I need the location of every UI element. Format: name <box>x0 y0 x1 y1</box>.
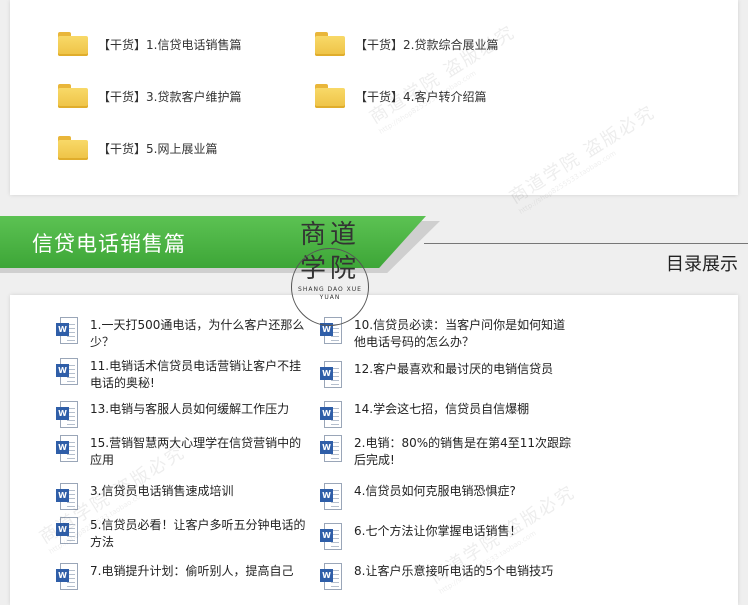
folder-item[interactable]: 【干货】3.贷款客户维护篇 <box>58 84 241 108</box>
header-divider <box>424 243 748 244</box>
folder-icon <box>315 84 345 108</box>
shangdao-seal-logo: 商道学院 SHANG DAO XUE YUAN <box>287 218 373 326</box>
document-label: 14.学会这七招，信贷员自信爆棚 <box>354 402 530 416</box>
document-item[interactable]: W 1.一天打500通电话，为什么客户还那么少？ <box>56 317 306 351</box>
document-label: 3.信贷员电话销售速成培训 <box>90 484 234 498</box>
word-doc-icon: W <box>56 563 78 590</box>
folder-label: 【干货】1.信贷电话销售篇 <box>98 37 242 52</box>
word-doc-icon: W <box>320 563 342 590</box>
section-label: 目录展示 <box>666 254 738 275</box>
document-label: 11.电销话术信贷员电话营销让客户不挂电话的奥秘! <box>90 359 302 390</box>
folder-icon <box>58 136 88 160</box>
word-doc-icon: W <box>56 483 78 510</box>
document-label: 6.七个方法让你掌握电话销售！ <box>354 524 522 538</box>
document-label: 8.让客户乐意接听电话的5个电销技巧 <box>354 564 554 578</box>
document-label: 2.电销：80%的销售是在第4至11次跟踪后完成! <box>354 436 572 467</box>
folder-label: 【干货】3.贷款客户维护篇 <box>98 89 242 104</box>
banner-title: 信贷电话销售篇 <box>32 232 186 256</box>
word-doc-icon: W <box>56 435 78 462</box>
document-item[interactable]: W 2.电销：80%的销售是在第4至11次跟踪后完成! <box>320 435 575 469</box>
folder-panel: 【干货】1.信贷电话销售篇 【干货】2.贷款综合展业篇 【干货】3.贷款客户维护… <box>10 0 738 195</box>
document-item[interactable]: W 8.让客户乐意接听电话的5个电销技巧 <box>320 563 610 590</box>
folder-item[interactable]: 【干货】2.贷款综合展业篇 <box>315 32 498 56</box>
document-item[interactable]: W 15.营销智慧两大心理学在信贷营销中的应用 <box>56 435 306 469</box>
folder-item[interactable]: 【干货】5.网上展业篇 <box>58 136 217 160</box>
document-panel: W 1.一天打500通电话，为什么客户还那么少？ W 10.信贷员必读：当客户问… <box>10 295 738 605</box>
document-item[interactable]: W 6.七个方法让你掌握电话销售！ <box>320 523 590 550</box>
folder-item[interactable]: 【干货】1.信贷电话销售篇 <box>58 32 241 56</box>
document-label: 10.信贷员必读：当客户问你是如何知道 他电话号码的怎么办？ <box>354 318 566 349</box>
document-item[interactable]: W 3.信贷员电话销售速成培训 <box>56 483 316 510</box>
word-doc-icon: W <box>320 361 342 388</box>
document-label: 15.营销智慧两大心理学在信贷营销中的应用 <box>90 436 302 467</box>
folder-icon <box>315 32 345 56</box>
folder-item[interactable]: 【干货】4.客户转介绍篇 <box>315 84 486 108</box>
folder-label: 【干货】5.网上展业篇 <box>98 141 218 156</box>
folder-label: 【干货】2.贷款综合展业篇 <box>355 37 499 52</box>
word-doc-icon: W <box>320 435 342 462</box>
word-doc-icon: W <box>56 517 78 544</box>
document-label: 4.信贷员如何克服电销恐惧症? <box>354 484 516 498</box>
folder-icon <box>58 32 88 56</box>
folder-icon <box>58 84 88 108</box>
document-item[interactable]: W 11.电销话术信贷员电话营销让客户不挂电话的奥秘! <box>56 358 306 392</box>
document-label: 1.一天打500通电话，为什么客户还那么少？ <box>90 318 305 349</box>
word-doc-icon: W <box>56 317 78 344</box>
document-item[interactable]: W 12.客户最喜欢和最讨厌的电销信贷员 <box>320 361 590 388</box>
document-item[interactable]: W 5.信贷员必看！让客户多听五分钟电话的方法 <box>56 517 306 551</box>
folder-label: 【干货】4.客户转介绍篇 <box>355 89 487 104</box>
word-doc-icon: W <box>320 401 342 428</box>
word-doc-icon: W <box>56 358 78 385</box>
document-label: 7.电销提升计划：偷听别人，提高自己 <box>90 564 294 578</box>
document-item[interactable]: W 13.电销与客服人员如何缓解工作压力 <box>56 401 316 428</box>
document-item[interactable]: W 14.学会这七招，信贷员自信爆棚 <box>320 401 590 428</box>
word-doc-icon: W <box>56 401 78 428</box>
word-doc-icon: W <box>320 523 342 550</box>
document-label: 13.电销与客服人员如何缓解工作压力 <box>90 402 290 416</box>
document-label: 12.客户最喜欢和最讨厌的电销信贷员 <box>354 362 554 376</box>
document-label: 5.信贷员必看！让客户多听五分钟电话的方法 <box>90 518 306 549</box>
document-item[interactable]: W 7.电销提升计划：偷听别人，提高自己 <box>56 563 316 590</box>
word-doc-icon: W <box>320 483 342 510</box>
document-item[interactable]: W 4.信贷员如何克服电销恐惧症? <box>320 483 590 510</box>
